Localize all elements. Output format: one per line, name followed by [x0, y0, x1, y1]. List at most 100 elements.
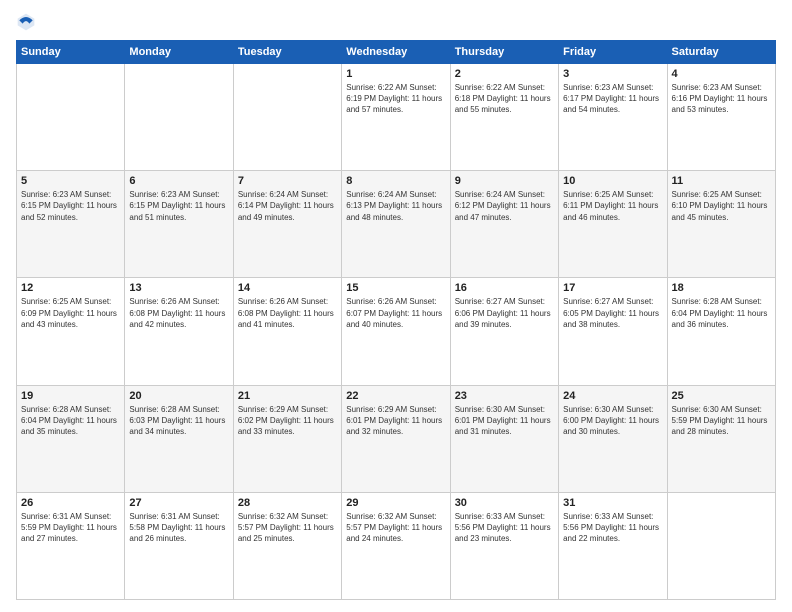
day-cell: 31 Sunrise: 6:33 AM Sunset: 5:56 PM Dayli…	[559, 492, 667, 599]
day-info: Sunrise: 6:22 AM Sunset: 6:18 PM Dayligh…	[455, 82, 554, 116]
day-cell: 3 Sunrise: 6:23 AM Sunset: 6:17 PM Daylig…	[559, 64, 667, 171]
day-cell: 18Sunrise: 6:28 AM Sunset: 6:04 PM Dayli…	[667, 278, 775, 385]
day-info: Sunrise: 6:23 AM Sunset: 6:15 PM Dayligh…	[129, 189, 228, 223]
day-cell: 6Sunrise: 6:23 AM Sunset: 6:15 PM Daylig…	[125, 171, 233, 278]
header-day-saturday: Saturday	[667, 41, 775, 64]
day-info: Sunrise: 6:26 AM Sunset: 6:08 PM Dayligh…	[238, 296, 337, 330]
header	[16, 12, 776, 32]
day-info: Sunrise: 6:24 AM Sunset: 6:13 PM Dayligh…	[346, 189, 445, 223]
day-number: 16	[455, 282, 554, 294]
day-number: 10	[563, 175, 662, 187]
day-cell: 29Sunrise: 6:32 AM Sunset: 5:57 PM Dayli…	[342, 492, 450, 599]
day-cell: 11Sunrise: 6:25 AM Sunset: 6:10 PM Dayli…	[667, 171, 775, 278]
calendar-header: SundayMondayTuesdayWednesdayThursdayFrid…	[17, 41, 776, 64]
day-cell: 20 Sunrise: 6:28 AM Sunset: 6:03 PM Dayli…	[125, 385, 233, 492]
day-number: 20	[129, 390, 228, 402]
week-row-0: 1Sunrise: 6:22 AM Sunset: 6:19 PM Daylig…	[17, 64, 776, 171]
day-cell: 21 Sunrise: 6:29 AM Sunset: 6:02 PM Dayli…	[233, 385, 341, 492]
day-number: 9	[455, 175, 554, 187]
day-cell: 7 Sunrise: 6:24 AM Sunset: 6:14 PM Daylig…	[233, 171, 341, 278]
day-cell: 28 Sunrise: 6:32 AM Sunset: 5:57 PM Dayli…	[233, 492, 341, 599]
day-cell	[233, 64, 341, 171]
day-number: 30	[455, 497, 554, 509]
day-number: 7	[238, 175, 337, 187]
day-number: 22	[346, 390, 445, 402]
day-info: Sunrise: 6:25 AM Sunset: 6:11 PM Dayligh…	[563, 189, 662, 223]
week-row-1: 5 Sunrise: 6:23 AM Sunset: 6:15 PM Daylig…	[17, 171, 776, 278]
day-info: Sunrise: 6:33 AM Sunset: 5:56 PM Dayligh…	[455, 511, 554, 545]
week-row-2: 12 Sunrise: 6:25 AM Sunset: 6:09 PM Dayli…	[17, 278, 776, 385]
day-number: 24	[563, 390, 662, 402]
day-number: 26	[21, 497, 120, 509]
header-day-thursday: Thursday	[450, 41, 558, 64]
header-day-monday: Monday	[125, 41, 233, 64]
day-number: 15	[346, 282, 445, 294]
day-info: Sunrise: 6:30 AM Sunset: 6:00 PM Dayligh…	[563, 404, 662, 438]
day-info: Sunrise: 6:29 AM Sunset: 6:02 PM Dayligh…	[238, 404, 337, 438]
day-cell: 22 Sunrise: 6:29 AM Sunset: 6:01 PM Dayli…	[342, 385, 450, 492]
header-day-sunday: Sunday	[17, 41, 125, 64]
day-number: 28	[238, 497, 337, 509]
day-info: Sunrise: 6:27 AM Sunset: 6:06 PM Dayligh…	[455, 296, 554, 330]
day-info: Sunrise: 6:24 AM Sunset: 6:14 PM Dayligh…	[238, 189, 337, 223]
day-number: 3	[563, 68, 662, 80]
day-number: 21	[238, 390, 337, 402]
day-number: 25	[672, 390, 771, 402]
day-number: 11	[672, 175, 771, 187]
day-number: 12	[21, 282, 120, 294]
day-number: 19	[21, 390, 120, 402]
week-row-4: 26 Sunrise: 6:31 AM Sunset: 5:59 PM Dayli…	[17, 492, 776, 599]
day-cell: 2 Sunrise: 6:22 AM Sunset: 6:18 PM Daylig…	[450, 64, 558, 171]
day-number: 14	[238, 282, 337, 294]
day-info: Sunrise: 6:30 AM Sunset: 6:01 PM Dayligh…	[455, 404, 554, 438]
day-cell: 13Sunrise: 6:26 AM Sunset: 6:08 PM Dayli…	[125, 278, 233, 385]
day-cell: 30 Sunrise: 6:33 AM Sunset: 5:56 PM Dayli…	[450, 492, 558, 599]
day-number: 31	[563, 497, 662, 509]
day-cell: 23 Sunrise: 6:30 AM Sunset: 6:01 PM Dayli…	[450, 385, 558, 492]
header-row: SundayMondayTuesdayWednesdayThursdayFrid…	[17, 41, 776, 64]
day-info: Sunrise: 6:28 AM Sunset: 6:03 PM Dayligh…	[129, 404, 228, 438]
day-info: Sunrise: 6:23 AM Sunset: 6:15 PM Dayligh…	[21, 189, 120, 223]
day-info: Sunrise: 6:26 AM Sunset: 6:08 PM Dayligh…	[129, 296, 228, 330]
day-number: 4	[672, 68, 771, 80]
day-cell: 14 Sunrise: 6:26 AM Sunset: 6:08 PM Dayli…	[233, 278, 341, 385]
calendar-table: SundayMondayTuesdayWednesdayThursdayFrid…	[16, 40, 776, 600]
day-info: Sunrise: 6:33 AM Sunset: 5:56 PM Dayligh…	[563, 511, 662, 545]
day-cell	[667, 492, 775, 599]
day-info: Sunrise: 6:32 AM Sunset: 5:57 PM Dayligh…	[346, 511, 445, 545]
day-cell: 1Sunrise: 6:22 AM Sunset: 6:19 PM Daylig…	[342, 64, 450, 171]
day-info: Sunrise: 6:28 AM Sunset: 6:04 PM Dayligh…	[21, 404, 120, 438]
day-cell: 9Sunrise: 6:24 AM Sunset: 6:12 PM Daylig…	[450, 171, 558, 278]
day-number: 5	[21, 175, 120, 187]
day-info: Sunrise: 6:29 AM Sunset: 6:01 PM Dayligh…	[346, 404, 445, 438]
day-info: Sunrise: 6:32 AM Sunset: 5:57 PM Dayligh…	[238, 511, 337, 545]
day-cell: 5 Sunrise: 6:23 AM Sunset: 6:15 PM Daylig…	[17, 171, 125, 278]
day-number: 23	[455, 390, 554, 402]
day-cell: 25Sunrise: 6:30 AM Sunset: 5:59 PM Dayli…	[667, 385, 775, 492]
day-cell: 17 Sunrise: 6:27 AM Sunset: 6:05 PM Dayli…	[559, 278, 667, 385]
day-cell: 15 Sunrise: 6:26 AM Sunset: 6:07 PM Dayli…	[342, 278, 450, 385]
day-info: Sunrise: 6:26 AM Sunset: 6:07 PM Dayligh…	[346, 296, 445, 330]
day-cell: 26 Sunrise: 6:31 AM Sunset: 5:59 PM Dayli…	[17, 492, 125, 599]
day-info: Sunrise: 6:31 AM Sunset: 5:58 PM Dayligh…	[129, 511, 228, 545]
day-number: 2	[455, 68, 554, 80]
header-day-friday: Friday	[559, 41, 667, 64]
day-info: Sunrise: 6:23 AM Sunset: 6:17 PM Dayligh…	[563, 82, 662, 116]
day-cell: 16 Sunrise: 6:27 AM Sunset: 6:06 PM Dayli…	[450, 278, 558, 385]
day-cell: 4Sunrise: 6:23 AM Sunset: 6:16 PM Daylig…	[667, 64, 775, 171]
header-day-tuesday: Tuesday	[233, 41, 341, 64]
page: SundayMondayTuesdayWednesdayThursdayFrid…	[0, 0, 792, 612]
logo	[16, 12, 40, 32]
logo-icon	[16, 12, 36, 32]
day-number: 27	[129, 497, 228, 509]
day-info: Sunrise: 6:31 AM Sunset: 5:59 PM Dayligh…	[21, 511, 120, 545]
day-info: Sunrise: 6:27 AM Sunset: 6:05 PM Dayligh…	[563, 296, 662, 330]
day-number: 17	[563, 282, 662, 294]
week-row-3: 19 Sunrise: 6:28 AM Sunset: 6:04 PM Dayli…	[17, 385, 776, 492]
day-cell: 8 Sunrise: 6:24 AM Sunset: 6:13 PM Daylig…	[342, 171, 450, 278]
day-info: Sunrise: 6:22 AM Sunset: 6:19 PM Dayligh…	[346, 82, 445, 116]
day-info: Sunrise: 6:25 AM Sunset: 6:09 PM Dayligh…	[21, 296, 120, 330]
day-cell: 19 Sunrise: 6:28 AM Sunset: 6:04 PM Dayli…	[17, 385, 125, 492]
day-cell	[125, 64, 233, 171]
day-number: 8	[346, 175, 445, 187]
